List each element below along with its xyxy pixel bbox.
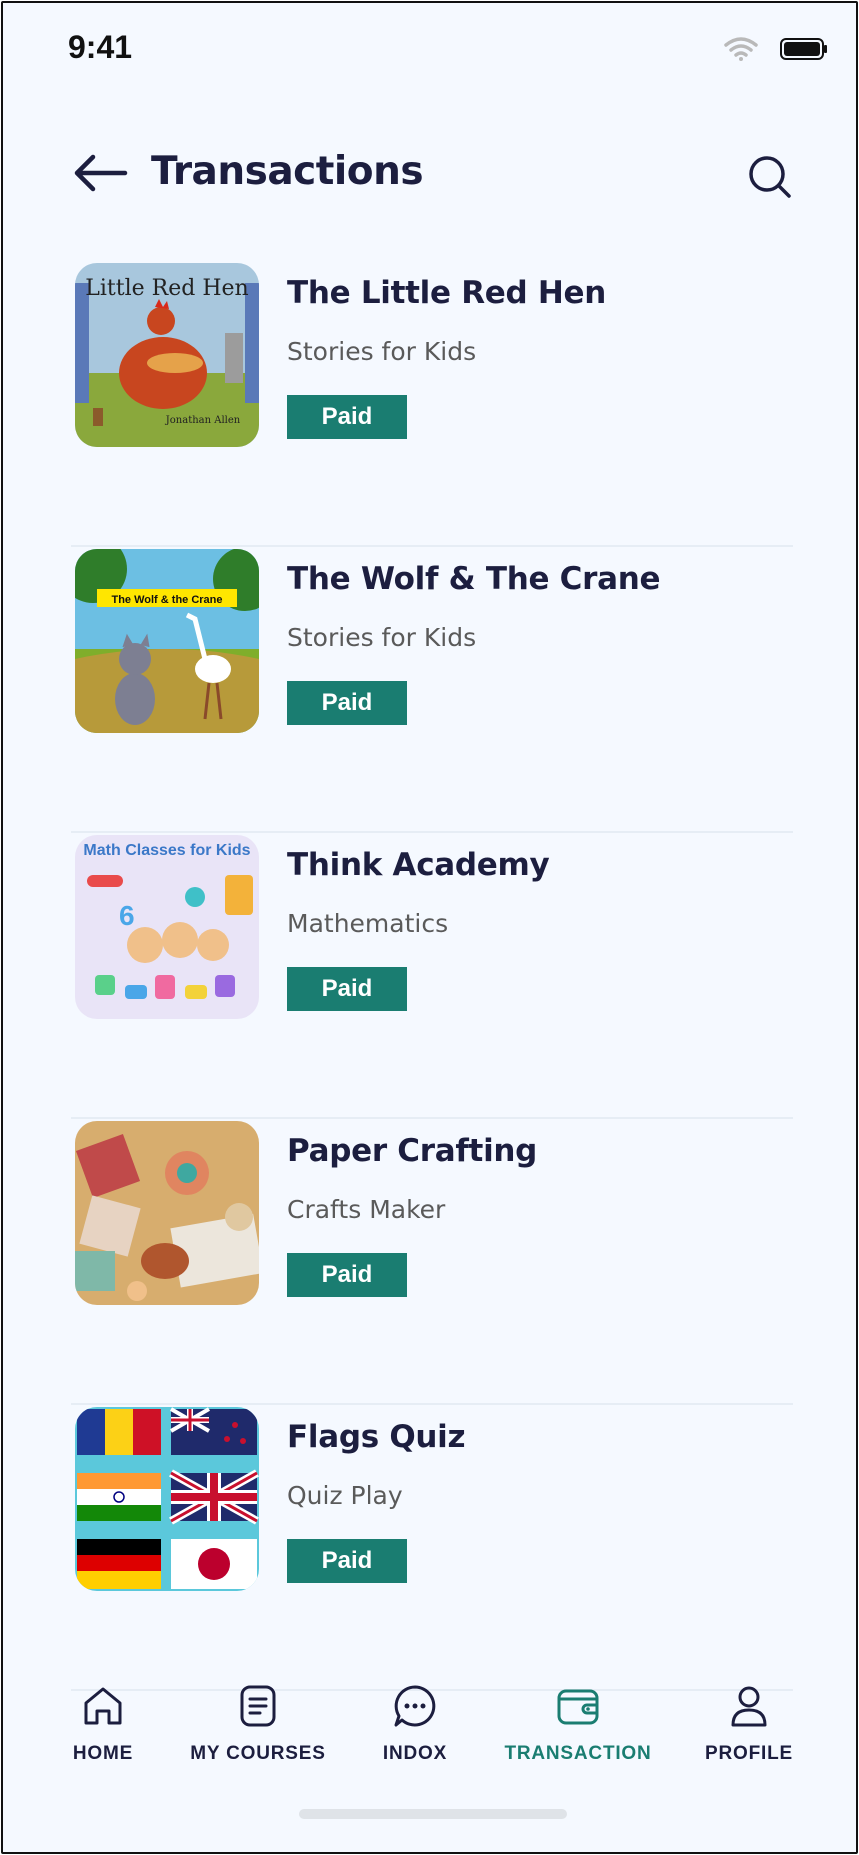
transaction-list: Little Red Hen Jonathan Allen The Little… — [71, 261, 793, 1691]
transaction-item[interactable]: Paper Crafting Crafts Maker Paid — [71, 1119, 793, 1405]
course-thumbnail: Math Classes for Kids 6 — [75, 835, 259, 1019]
course-title: Flags Quiz — [287, 1419, 466, 1455]
course-title: Think Academy — [287, 847, 550, 883]
status-badge: Paid — [287, 1539, 407, 1583]
status-badge: Paid — [287, 681, 407, 725]
app-screen: 9:41 Transactions Little Red Hen Jonatha… — [1, 1, 858, 1854]
nav-transaction[interactable]: TRANSACTION — [503, 1683, 653, 1765]
course-title: The Little Red Hen — [287, 275, 607, 311]
search-button[interactable] — [748, 155, 792, 199]
status-time: 9:41 — [68, 29, 133, 65]
nav-inbox[interactable]: INDOX — [365, 1683, 465, 1765]
nav-my-courses[interactable]: MY COURSES — [190, 1683, 325, 1765]
arrow-left-icon — [74, 154, 128, 192]
course-category: Stories for Kids — [287, 337, 477, 366]
status-badge: Paid — [287, 1253, 407, 1297]
course-title: The Wolf & The Crane — [287, 561, 661, 597]
svg-text:The Wolf & the Crane: The Wolf & the Crane — [111, 594, 222, 606]
course-thumbnail: The Wolf & the Crane — [75, 549, 259, 733]
transaction-item[interactable]: Flags Quiz Quiz Play Paid — [71, 1405, 793, 1691]
course-category: Stories for Kids — [287, 623, 477, 652]
svg-text:Math Classes for Kids: Math Classes for Kids — [83, 842, 250, 859]
profile-icon — [731, 1686, 767, 1727]
back-button[interactable] — [71, 151, 129, 195]
chat-icon — [394, 1685, 436, 1727]
nav-profile[interactable]: PROFILE — [697, 1683, 801, 1765]
search-icon — [749, 156, 791, 198]
course-thumbnail — [75, 1407, 259, 1591]
courses-icon — [240, 1685, 276, 1727]
wifi-icon — [724, 37, 758, 61]
course-thumbnail — [75, 1121, 259, 1305]
page-title: Transactions — [151, 149, 424, 194]
battery-icon — [780, 38, 827, 60]
transaction-item[interactable]: Little Red Hen Jonathan Allen The Little… — [71, 261, 793, 547]
nav-home[interactable]: HOME — [51, 1683, 155, 1765]
svg-text:Jonathan Allen: Jonathan Allen — [165, 415, 241, 426]
course-category: Quiz Play — [287, 1481, 403, 1510]
status-icons — [724, 37, 828, 61]
thumb-title: Little Red Hen — [85, 276, 248, 301]
transaction-item[interactable]: The Wolf & the Crane The Wolf & The Cran… — [71, 547, 793, 833]
status-badge: Paid — [287, 967, 407, 1011]
course-thumbnail: Little Red Hen Jonathan Allen — [75, 263, 259, 447]
wallet-icon — [557, 1689, 599, 1725]
transaction-item[interactable]: Math Classes for Kids 6 Think Academy Ma… — [71, 833, 793, 1119]
course-category: Crafts Maker — [287, 1195, 446, 1224]
home-icon — [84, 1687, 122, 1725]
bottom-nav: HOME MY COURSES INDOX TRANSACTION PROFIL… — [3, 1683, 856, 1783]
status-badge: Paid — [287, 395, 407, 439]
svg-text:6: 6 — [119, 900, 135, 931]
course-category: Mathematics — [287, 909, 449, 938]
course-title: Paper Crafting — [287, 1133, 538, 1169]
home-indicator[interactable] — [299, 1809, 567, 1819]
